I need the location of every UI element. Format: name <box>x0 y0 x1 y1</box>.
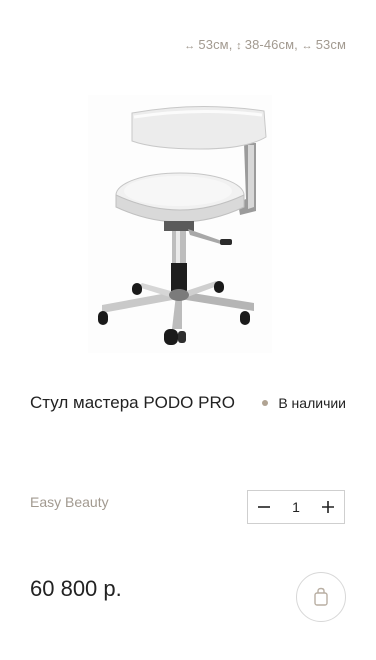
increase-quantity-button[interactable] <box>312 491 344 523</box>
add-to-cart-button[interactable] <box>296 572 346 622</box>
shopping-bag-icon <box>314 587 328 606</box>
dimension-width: 53см, <box>198 37 233 52</box>
title-row: Стул мастера PODO PRO В наличии <box>30 393 346 417</box>
depth-arrows-icon: ↔ <box>301 40 313 52</box>
product-brand[interactable]: Easy Beauty <box>30 494 109 510</box>
product-dimensions: ↔ 53см, ↕ 38-46см, ↔ 53см <box>184 37 346 52</box>
dimension-depth: 53см <box>315 37 346 52</box>
quantity-stepper: 1 <box>247 490 345 524</box>
stock-status-label: В наличии <box>278 395 346 411</box>
product-card: ↔ 53см, ↕ 38-46см, ↔ 53см Стул мастера P… <box>0 0 376 660</box>
product-title[interactable]: Стул мастера PODO PRO <box>30 393 235 413</box>
quantity-value[interactable]: 1 <box>281 499 311 515</box>
stock-dot-icon <box>262 400 269 407</box>
product-image[interactable] <box>88 95 272 353</box>
stock-status: В наличии <box>262 395 346 411</box>
plus-icon <box>322 501 334 513</box>
dimension-height: 38-46см, <box>244 37 298 52</box>
height-arrows-icon: ↕ <box>236 40 242 52</box>
decrease-quantity-button[interactable] <box>248 491 280 523</box>
minus-icon <box>258 506 270 508</box>
product-price: 60 800 р. <box>30 576 122 601</box>
width-arrows-icon: ↔ <box>184 40 196 52</box>
